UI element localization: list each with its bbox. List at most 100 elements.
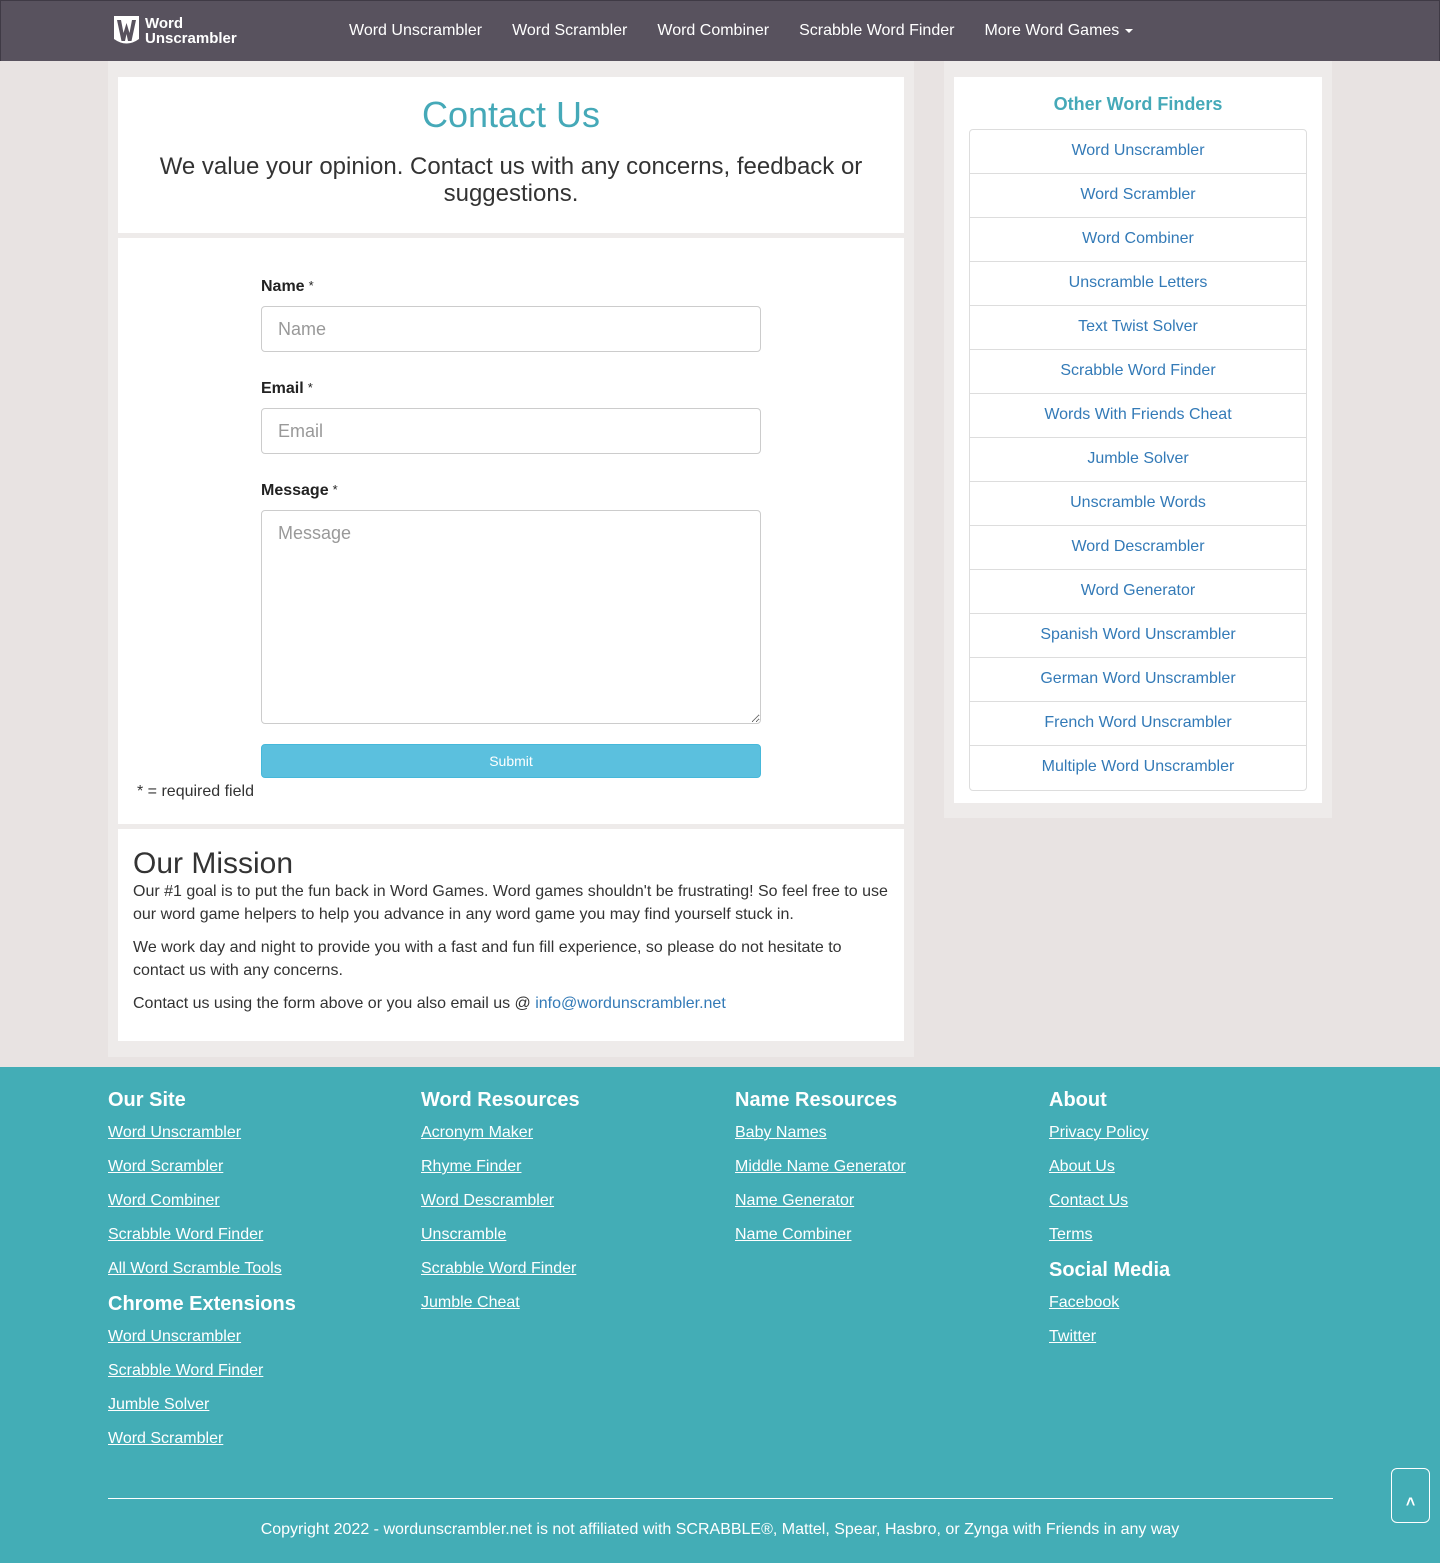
footer-link[interactable]: Scrabble Word Finder xyxy=(108,1361,408,1395)
footer-link-twitter[interactable]: Twitter xyxy=(1049,1327,1349,1361)
submit-button[interactable]: Submit xyxy=(261,744,761,778)
footer-col-word-resources: Word Resources Acronym Maker Rhyme Finde… xyxy=(421,1089,721,1327)
footer-link[interactable]: Jumble Cheat xyxy=(421,1293,721,1327)
footer-heading-name-resources: Name Resources xyxy=(735,1089,898,1111)
footer-link[interactable]: Terms xyxy=(1049,1225,1349,1259)
sidebar-item-spanish-word-unscrambler[interactable]: Spanish Word Unscrambler xyxy=(970,614,1306,658)
mission-paragraph-3: Contact us using the form above or you a… xyxy=(133,992,889,1015)
brand-line1: Word xyxy=(145,15,184,32)
name-field-group: Name * xyxy=(261,278,761,352)
footer-link[interactable]: Jumble Solver xyxy=(108,1395,408,1429)
scroll-to-top-button[interactable]: ˄ xyxy=(1391,1468,1430,1523)
footer-link[interactable]: Contact Us xyxy=(1049,1191,1349,1225)
message-field-group: Message * xyxy=(261,482,761,724)
brand-logo-link[interactable]: Word Unscrambler xyxy=(113,15,237,47)
email-input[interactable] xyxy=(261,408,761,454)
page-subtitle: We value your opinion. Contact us with a… xyxy=(159,153,863,207)
footer-link[interactable]: All Word Scramble Tools xyxy=(108,1259,408,1293)
footer-link[interactable]: Rhyme Finder xyxy=(421,1157,721,1191)
message-label-text: Message xyxy=(261,482,329,499)
required-mark: * xyxy=(308,278,314,293)
footer-heading-about: About xyxy=(1049,1089,1107,1111)
copyright-text: Copyright 2022 - wordunscrambler.net is … xyxy=(260,1521,1180,1538)
footer-link[interactable]: Acronym Maker xyxy=(421,1123,721,1157)
sidebar-item-german-word-unscrambler[interactable]: German Word Unscrambler xyxy=(970,658,1306,702)
sidebar-item-unscramble-words[interactable]: Unscramble Words xyxy=(970,482,1306,526)
footer-heading-social-media: Social Media xyxy=(1049,1259,1171,1281)
brand-line2: Unscrambler xyxy=(145,30,237,47)
contact-form-panel: Name* Email* Message* Submit * = require… xyxy=(118,238,904,824)
sidebar-item-word-scrambler[interactable]: Word Scrambler xyxy=(970,174,1306,218)
nav-link-word-unscrambler[interactable]: Word Unscrambler xyxy=(334,22,497,40)
main-column: Contact Us We value your opinion. Contac… xyxy=(108,61,914,1057)
required-field-note: * = required field xyxy=(137,783,254,800)
sidebar-column: Other Word Finders Word Unscrambler Word… xyxy=(944,61,1332,818)
footer-link[interactable]: Word Combiner xyxy=(108,1191,408,1225)
footer-link[interactable]: Word Scrambler xyxy=(108,1429,408,1463)
mission-panel: Our Mission Our #1 goal is to put the fu… xyxy=(118,829,904,1041)
sidebar-item-scrabble-word-finder[interactable]: Scrabble Word Finder xyxy=(970,350,1306,394)
mission-paragraph-1: Our #1 goal is to put the fun back in Wo… xyxy=(133,883,888,923)
name-input[interactable] xyxy=(261,306,761,352)
sidebar-item-word-unscrambler[interactable]: Word Unscrambler xyxy=(970,130,1306,174)
name-label-text: Name xyxy=(261,278,305,295)
page-title: Contact Us xyxy=(421,94,601,135)
sidebar-item-text-twist-solver[interactable]: Text Twist Solver xyxy=(970,306,1306,350)
nav-dropdown-label: More Word Games xyxy=(984,22,1120,39)
sidebar-item-word-combiner[interactable]: Word Combiner xyxy=(970,218,1306,262)
sidebar-panel: Other Word Finders Word Unscrambler Word… xyxy=(954,77,1322,803)
contact-header-panel: Contact Us We value your opinion. Contac… xyxy=(118,77,904,233)
footer-link[interactable]: Scrabble Word Finder xyxy=(108,1225,408,1259)
footer-col-about: About Privacy Policy About Us Contact Us… xyxy=(1049,1089,1349,1361)
nav-link-word-combiner[interactable]: Word Combiner xyxy=(642,22,784,40)
required-mark: * xyxy=(332,482,338,497)
sidebar-title: Other Word Finders xyxy=(1053,94,1223,114)
email-label-text: Email xyxy=(261,380,304,397)
footer-link[interactable]: Scrabble Word Finder xyxy=(421,1259,721,1293)
brand-name: Word Unscrambler xyxy=(145,16,237,46)
footer-link[interactable]: Middle Name Generator xyxy=(735,1157,1035,1191)
footer-link[interactable]: Name Combiner xyxy=(735,1225,1035,1259)
footer-link[interactable]: Word Unscrambler xyxy=(108,1123,408,1157)
footer-heading-our-site: Our Site xyxy=(108,1089,186,1111)
footer-link[interactable]: About Us xyxy=(1049,1157,1349,1191)
caret-down-icon xyxy=(1125,29,1134,33)
footer-link[interactable]: Word Unscrambler xyxy=(108,1327,408,1361)
footer-heading-word-resources: Word Resources xyxy=(421,1089,580,1111)
mission-title: Our Mission xyxy=(133,847,294,880)
email-link[interactable]: info@wordunscrambler.net xyxy=(535,995,726,1012)
footer-link[interactable]: Word Scrambler xyxy=(108,1157,408,1191)
footer-heading-chrome-extensions: Chrome Extensions xyxy=(108,1293,296,1315)
message-textarea[interactable] xyxy=(261,510,761,724)
nav-menu: Word Unscrambler Word Scrambler Word Com… xyxy=(334,1,1148,61)
sidebar-item-unscramble-letters[interactable]: Unscramble Letters xyxy=(970,262,1306,306)
nav-dropdown-more-word-games[interactable]: More Word Games xyxy=(969,22,1148,40)
sidebar-item-jumble-solver[interactable]: Jumble Solver xyxy=(970,438,1306,482)
contact-form: Name* Email* Message* Submit xyxy=(261,278,761,778)
sidebar-item-french-word-unscrambler[interactable]: French Word Unscrambler xyxy=(970,702,1306,746)
footer-link[interactable]: Word Descrambler xyxy=(421,1191,721,1225)
footer-link[interactable]: Baby Names xyxy=(735,1123,1035,1157)
sidebar-item-word-generator[interactable]: Word Generator xyxy=(970,570,1306,614)
required-mark: * xyxy=(307,380,313,395)
sidebar-list: Word Unscrambler Word Scrambler Word Com… xyxy=(969,129,1307,791)
footer-divider xyxy=(108,1498,1333,1499)
site-footer: Our Site Word Unscrambler Word Scrambler… xyxy=(0,1067,1440,1563)
email-label: Email * xyxy=(261,380,761,400)
message-label: Message * xyxy=(261,482,761,502)
mission-paragraph-2: We work day and night to provide you wit… xyxy=(133,939,842,979)
w-logo-icon xyxy=(114,16,139,44)
nav-link-word-scrambler[interactable]: Word Scrambler xyxy=(497,22,642,40)
nav-link-scrabble-word-finder[interactable]: Scrabble Word Finder xyxy=(784,22,969,40)
footer-link[interactable]: Unscramble xyxy=(421,1225,721,1259)
footer-col-name-resources: Name Resources Baby Names Middle Name Ge… xyxy=(735,1089,1035,1259)
footer-link[interactable]: Privacy Policy xyxy=(1049,1123,1349,1157)
footer-link-facebook[interactable]: Facebook xyxy=(1049,1293,1349,1327)
sidebar-item-multiple-word-unscrambler[interactable]: Multiple Word Unscrambler xyxy=(970,746,1306,790)
name-label: Name * xyxy=(261,278,761,298)
top-navbar: Word Unscrambler Word Unscrambler Word S… xyxy=(0,0,1440,61)
footer-col-our-site: Our Site Word Unscrambler Word Scrambler… xyxy=(108,1089,408,1463)
footer-link[interactable]: Name Generator xyxy=(735,1191,1035,1225)
sidebar-item-words-with-friends-cheat[interactable]: Words With Friends Cheat xyxy=(970,394,1306,438)
sidebar-item-word-descrambler[interactable]: Word Descrambler xyxy=(970,526,1306,570)
